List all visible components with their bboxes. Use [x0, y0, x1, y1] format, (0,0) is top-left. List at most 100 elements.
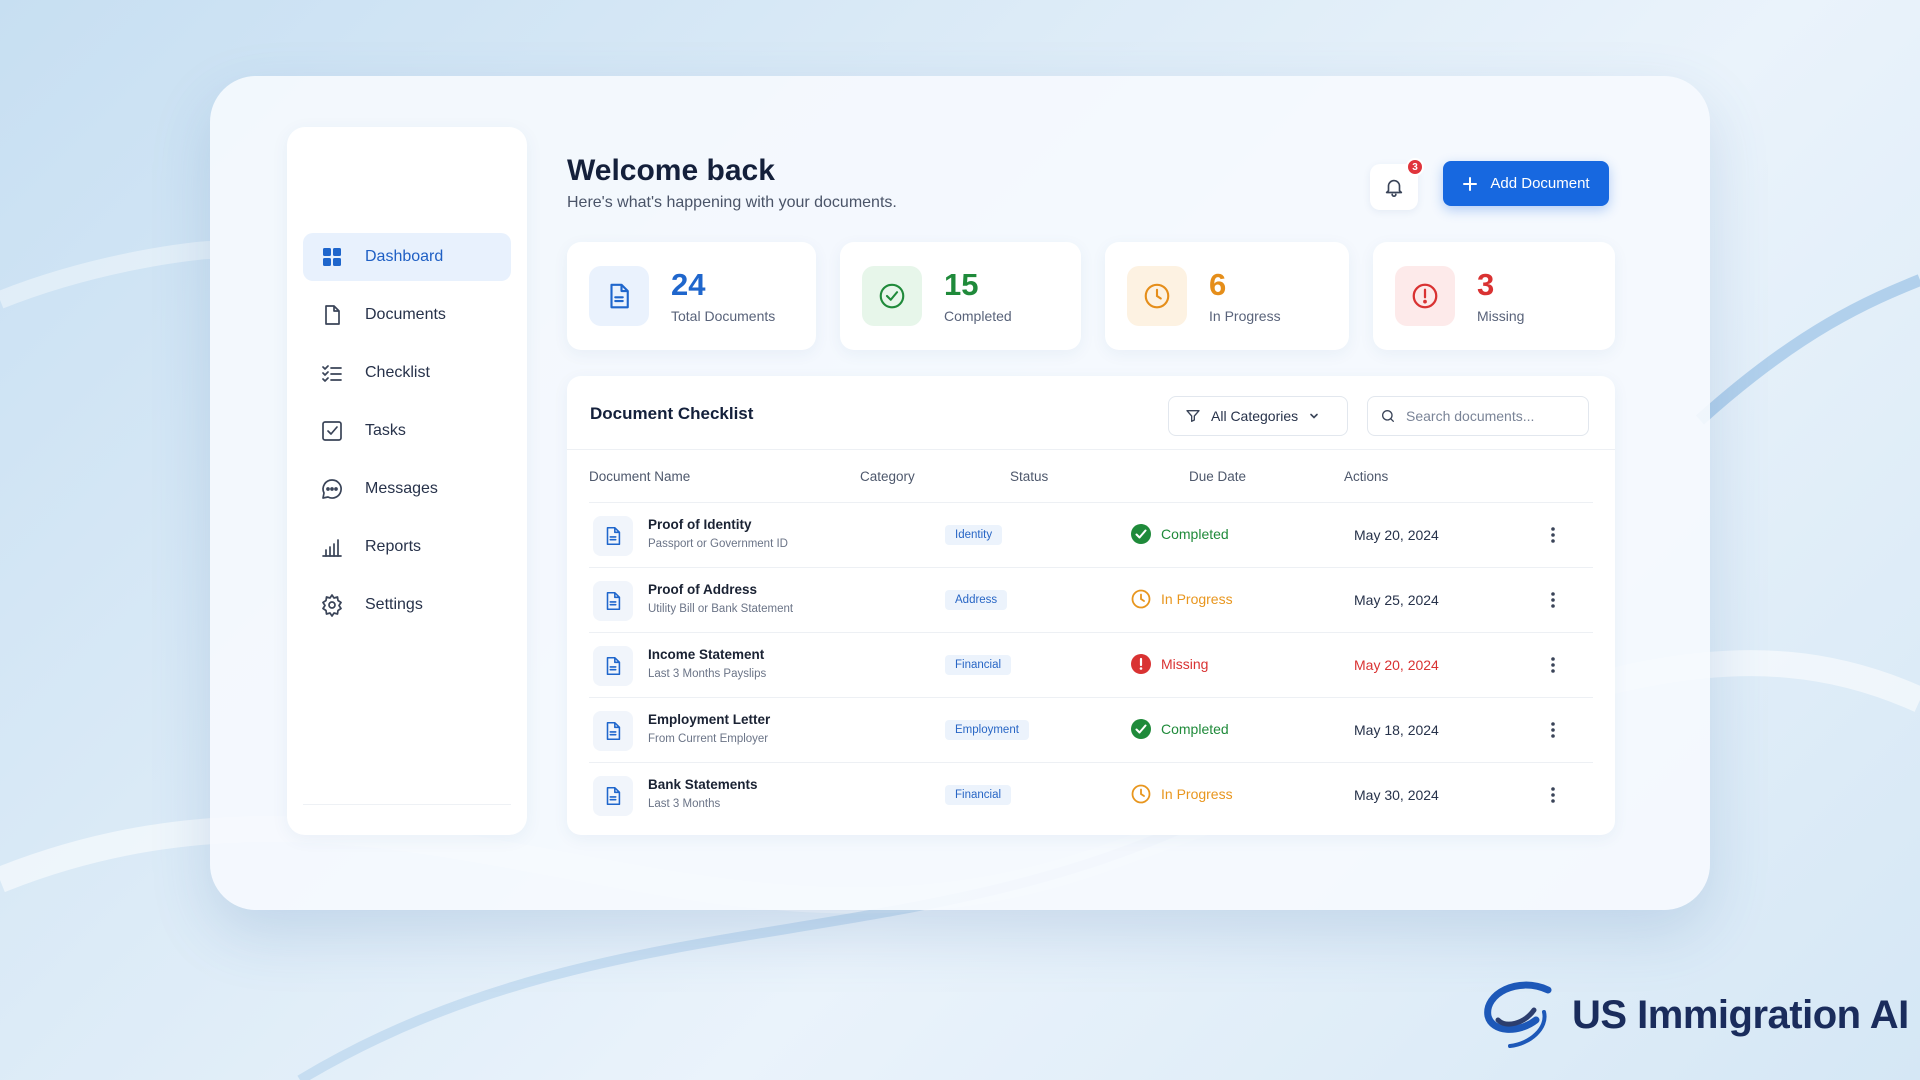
- category-badge: Address: [945, 590, 1008, 610]
- grid-icon: [319, 244, 345, 270]
- notification-badge: 3: [1406, 158, 1424, 176]
- stat-label: Completed: [944, 308, 1012, 324]
- status-label: Missing: [1161, 656, 1209, 672]
- sidebar-item-settings[interactable]: Settings: [303, 581, 511, 629]
- status-label: Completed: [1161, 721, 1229, 737]
- table-row[interactable]: Proof of Address Utility Bill or Bank St…: [589, 567, 1593, 632]
- document-name: Bank Statements: [648, 777, 758, 792]
- checklist-icon: [319, 360, 345, 386]
- status-indicator: Completed: [1131, 524, 1229, 544]
- document-name: Proof of Identity: [648, 517, 752, 532]
- row-actions-button[interactable]: [1539, 651, 1567, 679]
- table-row[interactable]: Proof of Identity Passport or Government…: [589, 502, 1593, 567]
- document-name: Proof of Address: [648, 582, 758, 597]
- document-description: Utility Bill or Bank Statement: [648, 603, 794, 615]
- document-checklist-panel: Document Checklist All Categories Docume…: [567, 376, 1615, 835]
- column-header-category: Category: [860, 469, 915, 484]
- notifications-button[interactable]: 3: [1370, 158, 1424, 210]
- search-input[interactable]: [1406, 408, 1576, 424]
- status-in-progress-icon: [1131, 589, 1151, 609]
- checkbox-icon: [319, 418, 345, 444]
- app-window: Dashboard Documents Checklist Tasks Messages…: [210, 76, 1710, 910]
- stat-value: 3: [1477, 267, 1495, 302]
- bell-icon: [1385, 179, 1403, 197]
- sidebar-divider: [303, 804, 511, 805]
- status-indicator: In Progress: [1131, 784, 1233, 804]
- due-date: May 18, 2024: [1354, 722, 1439, 738]
- sidebar-item-label: Reports: [365, 538, 422, 555]
- due-date: May 30, 2024: [1354, 787, 1439, 803]
- status-indicator: Missing: [1131, 654, 1208, 674]
- status-label: In Progress: [1161, 786, 1233, 802]
- table-row[interactable]: Income Statement Last 3 Months Payslips …: [589, 632, 1593, 697]
- page-subtitle: Here's what's happening with your docume…: [567, 194, 897, 211]
- stat-value: 6: [1209, 267, 1227, 302]
- clock-icon: [1127, 266, 1187, 326]
- document-icon: [593, 776, 633, 816]
- column-header-actions: Actions: [1344, 469, 1389, 484]
- stat-card-total-documents: 24 Total Documents: [567, 242, 816, 350]
- table-row[interactable]: Bank Statements Last 3 Months Financial …: [589, 762, 1593, 827]
- sidebar-item-documents[interactable]: Documents: [303, 291, 511, 339]
- document-description: Last 3 Months: [648, 798, 721, 810]
- row-actions-button[interactable]: [1539, 781, 1567, 809]
- status-completed-icon: [1131, 719, 1151, 739]
- sidebar-nav: Dashboard Documents Checklist Tasks Messages…: [303, 233, 511, 639]
- due-date: May 20, 2024: [1354, 657, 1439, 673]
- filter-icon: [1186, 410, 1200, 422]
- category-badge: Employment: [945, 720, 1029, 740]
- filter-label: All Categories: [1211, 408, 1299, 424]
- status-in-progress-icon: [1131, 784, 1151, 804]
- document-icon: [593, 646, 633, 686]
- sidebar-item-dashboard[interactable]: Dashboard: [303, 233, 511, 281]
- add-document-button[interactable]: Add Document: [1443, 161, 1609, 206]
- row-actions-button[interactable]: [1539, 521, 1567, 549]
- sidebar-item-label: Tasks: [365, 422, 406, 439]
- column-header-name: Document Name: [589, 469, 691, 484]
- gear-icon: [319, 592, 345, 618]
- stat-label: Total Documents: [671, 308, 776, 324]
- status-indicator: In Progress: [1131, 589, 1233, 609]
- category-badge: Financial: [945, 785, 1012, 805]
- document-description: Passport or Government ID: [648, 538, 788, 550]
- swirl-logo-icon: [1484, 981, 1552, 1048]
- sidebar-item-label: Settings: [365, 596, 423, 613]
- due-date: May 20, 2024: [1354, 527, 1439, 543]
- row-actions-button[interactable]: [1539, 716, 1567, 744]
- chat-icon: [319, 476, 345, 502]
- search-box: [1367, 396, 1589, 436]
- document-description: Last 3 Months Payslips: [648, 668, 767, 680]
- more-vertical-icon: [1551, 657, 1555, 673]
- status-label: Completed: [1161, 526, 1229, 542]
- more-vertical-icon: [1551, 592, 1555, 608]
- sidebar-item-checklist[interactable]: Checklist: [303, 349, 511, 397]
- alert-icon: [1395, 266, 1455, 326]
- table-row[interactable]: Employment Letter From Current Employer …: [589, 697, 1593, 762]
- document-name: Employment Letter: [648, 712, 771, 727]
- sidebar-item-tasks[interactable]: Tasks: [303, 407, 511, 455]
- plus-icon: [1463, 176, 1478, 191]
- stat-label: In Progress: [1209, 308, 1281, 324]
- sidebar: Dashboard Documents Checklist Tasks Messages…: [287, 127, 527, 835]
- document-icon: [593, 711, 633, 751]
- stat-card-completed: 15 Completed: [840, 242, 1081, 350]
- row-actions-button[interactable]: [1539, 586, 1567, 614]
- stat-value: 24: [671, 267, 706, 302]
- add-document-label: Add Document: [1490, 175, 1590, 192]
- more-vertical-icon: [1551, 527, 1555, 543]
- category-badge: Identity: [945, 525, 1003, 545]
- sidebar-item-reports[interactable]: Reports: [303, 523, 511, 571]
- panel-title: Document Checklist: [590, 404, 754, 423]
- sidebar-item-label: Dashboard: [365, 248, 444, 265]
- status-missing-icon: [1131, 654, 1151, 674]
- stat-card-in-progress: 6 In Progress: [1105, 242, 1349, 350]
- status-completed-icon: [1131, 524, 1151, 544]
- sidebar-item-messages[interactable]: Messages: [303, 465, 511, 513]
- panel-divider: [567, 449, 1615, 450]
- stat-card-missing: 3 Missing: [1373, 242, 1615, 350]
- category-filter[interactable]: All Categories: [1168, 396, 1348, 436]
- sidebar-item-label: Checklist: [365, 364, 430, 381]
- stat-label: Missing: [1477, 308, 1525, 324]
- due-date: May 25, 2024: [1354, 592, 1439, 608]
- more-vertical-icon: [1551, 722, 1555, 738]
